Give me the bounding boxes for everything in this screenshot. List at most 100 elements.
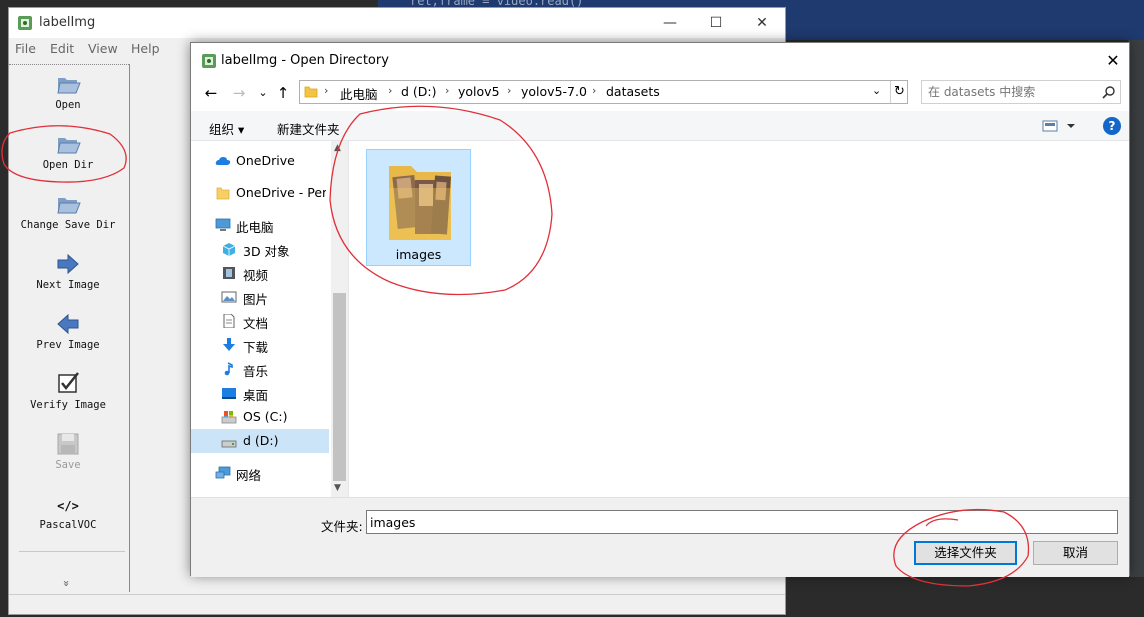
- editor-side-pane: [1128, 40, 1144, 577]
- nav-item-d-drive[interactable]: d (D:): [191, 429, 329, 453]
- nav-item-downloads[interactable]: 下载: [191, 333, 329, 357]
- labelimg-app-icon: [17, 15, 33, 34]
- nav-item-music[interactable]: 音乐: [191, 357, 329, 381]
- select-folder-button[interactable]: 选择文件夹: [914, 541, 1017, 565]
- breadcrumb-datasets[interactable]: datasets: [606, 84, 660, 99]
- new-folder-button[interactable]: 新建文件夹: [277, 119, 340, 138]
- open-label: Open: [55, 99, 81, 111]
- nav-item-onedrive-personal[interactable]: OneDrive - Personal: [191, 181, 329, 205]
- nav-item-desktop[interactable]: 桌面: [191, 381, 329, 405]
- nav-item-label: d (D:): [243, 433, 279, 448]
- menu-view[interactable]: View: [88, 41, 118, 56]
- breadcrumb-this-pc[interactable]: 此电脑: [340, 84, 378, 103]
- network-icon: [215, 466, 231, 479]
- folder-open-icon: [57, 198, 81, 214]
- nav-item-3d-objects[interactable]: 3D 对象: [191, 237, 329, 261]
- next-image-button[interactable]: Next Image: [9, 251, 127, 291]
- close-button[interactable]: ✕: [739, 8, 785, 38]
- folder-item-images[interactable]: images: [366, 149, 471, 266]
- nav-item-label: 文档: [243, 316, 269, 331]
- nav-item-this-pc[interactable]: 此电脑: [191, 213, 329, 237]
- organize-button[interactable]: 组织 ▾: [209, 119, 244, 138]
- nav-item-pictures[interactable]: 图片: [191, 285, 329, 309]
- music-icon: [224, 362, 233, 376]
- maximize-button[interactable]: ☐: [693, 8, 739, 38]
- breadcrumb-separator[interactable]: ›: [388, 84, 392, 97]
- arrow-right-icon: [57, 253, 79, 275]
- pascalvoc-label: PascalVOC: [39, 519, 97, 531]
- film-icon: [223, 267, 235, 279]
- search-box[interactable]: [921, 80, 1121, 104]
- pascalvoc-button[interactable]: </> PascalVOC: [9, 495, 127, 531]
- nav-item-onedrive[interactable]: OneDrive: [191, 149, 329, 173]
- dialog-close-button[interactable]: ✕: [1101, 49, 1125, 73]
- cube-icon: [222, 243, 236, 256]
- nav-item-network[interactable]: 网络: [191, 461, 329, 485]
- open-dir-label: Open Dir: [42, 159, 94, 171]
- prev-image-label: Prev Image: [36, 339, 100, 351]
- up-arrow-icon[interactable]: ↑: [273, 83, 293, 103]
- scroll-up-icon[interactable]: ▲: [334, 143, 341, 153]
- code-icon: </>: [57, 499, 79, 513]
- breadcrumb-yolov5[interactable]: yolov5: [458, 84, 500, 99]
- change-save-dir-button[interactable]: Change Save Dir: [9, 191, 127, 231]
- back-arrow-icon[interactable]: ←: [201, 83, 221, 103]
- nav-item-label: 音乐: [243, 364, 269, 379]
- labelimg-app-icon: [201, 53, 217, 72]
- breadcrumb-d-drive[interactable]: d (D:): [401, 84, 437, 99]
- document-icon: [223, 314, 235, 328]
- dialog-title: labelImg - Open Directory: [221, 53, 389, 68]
- toolbar-divider: [19, 551, 125, 552]
- navigation-scrollbar[interactable]: ▲ ▼: [331, 141, 348, 497]
- toolbar: Open Open Dir Change Save Dir Next Image…: [9, 64, 129, 592]
- nav-item-videos[interactable]: 视频: [191, 261, 329, 285]
- picture-icon: [221, 291, 237, 303]
- menu-help[interactable]: Help: [131, 41, 160, 56]
- nav-item-label: 桌面: [243, 388, 269, 403]
- change-save-dir-label: Change Save Dir: [20, 219, 116, 231]
- address-dropdown-icon[interactable]: ⌄: [872, 84, 881, 97]
- dialog-footer: 文件夹: 选择文件夹 取消: [191, 497, 1129, 577]
- breadcrumb-yolov5-7[interactable]: yolov5-7.0: [521, 84, 587, 99]
- nav-item-documents[interactable]: 文档: [191, 309, 329, 333]
- prev-image-button[interactable]: Prev Image: [9, 311, 127, 351]
- folder-icon: [216, 187, 230, 200]
- refresh-icon[interactable]: ↻: [890, 81, 908, 103]
- help-icon[interactable]: ?: [1103, 117, 1121, 135]
- navigation-row: ← → ⌄ ↑ › 此电脑 › d (D:) › yolov5 › yolov5…: [191, 79, 1129, 107]
- menu-edit[interactable]: Edit: [50, 41, 74, 56]
- drive-d-icon: [221, 440, 237, 448]
- search-input[interactable]: [928, 84, 1098, 100]
- view-options-button[interactable]: [1041, 118, 1077, 134]
- breadcrumb-separator[interactable]: ›: [592, 84, 596, 97]
- file-list-pane[interactable]: images: [348, 141, 1129, 497]
- recent-locations-icon[interactable]: ⌄: [253, 83, 273, 103]
- forward-arrow-icon[interactable]: →: [229, 83, 249, 103]
- nav-item-os-c[interactable]: OS (C:): [191, 405, 329, 429]
- toolbar-expand-icon[interactable]: »: [60, 580, 73, 587]
- dialog-titlebar: labelImg - Open Directory ✕: [191, 43, 1129, 77]
- scroll-down-icon[interactable]: ▼: [334, 483, 341, 493]
- verify-image-button[interactable]: Verify Image: [9, 371, 127, 411]
- save-label: Save: [55, 459, 81, 471]
- drive-c-icon: [221, 411, 237, 424]
- scrollbar-thumb[interactable]: [333, 293, 346, 481]
- address-bar[interactable]: › 此电脑 › d (D:) › yolov5 › yolov5-7.0 › d…: [299, 80, 908, 104]
- arrow-left-icon: [57, 313, 79, 335]
- folder-name-input[interactable]: [366, 510, 1118, 534]
- nav-item-label: OneDrive - Personal: [236, 185, 326, 200]
- search-icon[interactable]: [1102, 85, 1116, 102]
- open-button[interactable]: Open: [9, 71, 127, 111]
- nav-item-label: OS (C:): [243, 409, 288, 424]
- minimize-button[interactable]: —: [647, 8, 693, 38]
- open-dir-button[interactable]: Open Dir: [9, 131, 127, 171]
- cancel-button[interactable]: 取消: [1033, 541, 1118, 565]
- save-button[interactable]: Save: [9, 431, 127, 471]
- breadcrumb-separator[interactable]: ›: [507, 84, 511, 97]
- nav-item-label: 3D 对象: [243, 244, 290, 259]
- cloud-icon: [215, 157, 231, 165]
- breadcrumb-separator[interactable]: ›: [324, 84, 328, 97]
- menu-file[interactable]: File: [15, 41, 36, 56]
- breadcrumb-separator[interactable]: ›: [445, 84, 449, 97]
- navigation-pane: OneDrive OneDrive - Personal 此电脑 3D 对象 视…: [191, 141, 347, 497]
